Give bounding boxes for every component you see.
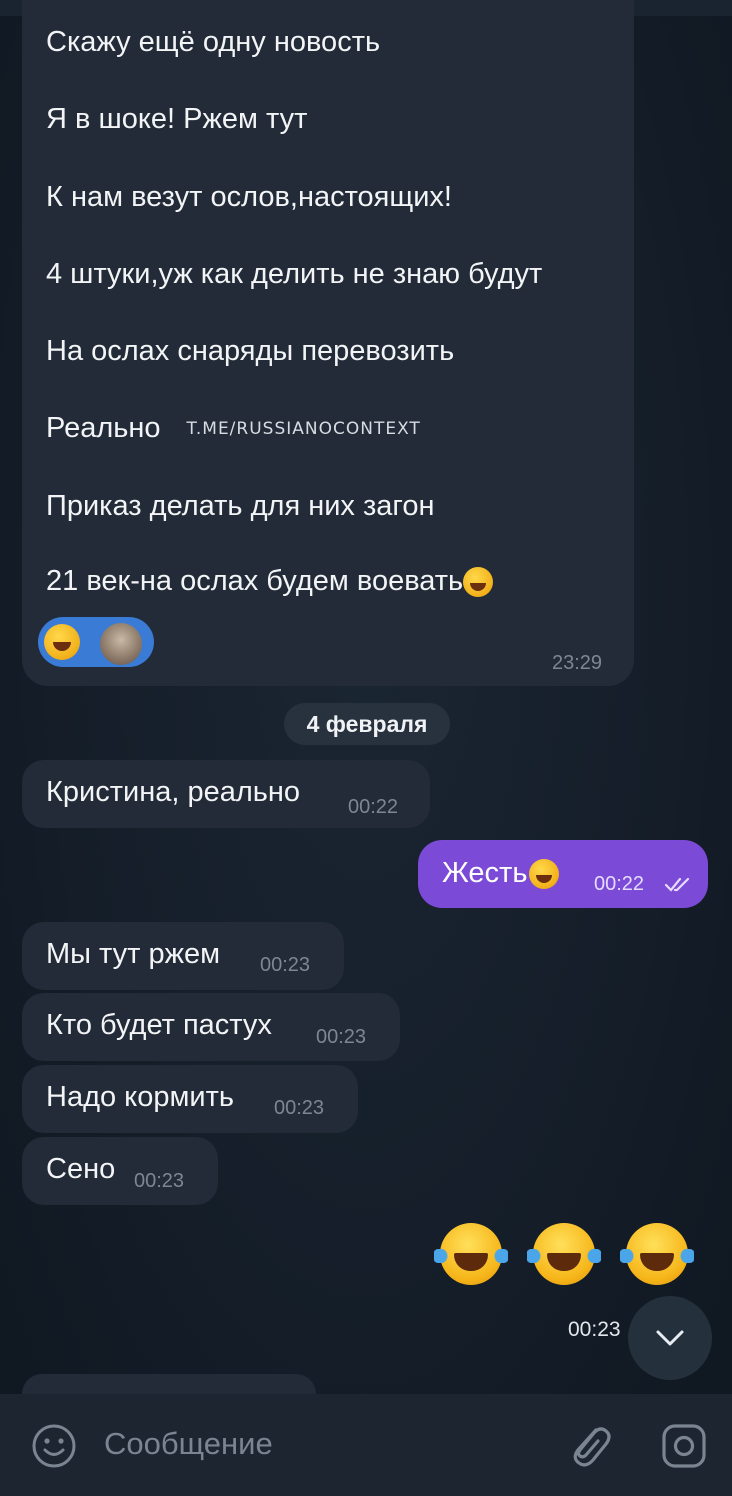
- rolling-laughing-emoji-icon: [44, 624, 80, 660]
- message-bubble-incoming[interactable]: Мы тут ржем 00:23: [22, 922, 344, 990]
- message-line: Реально T.ME/RUSSIANOCONTEXT: [46, 412, 421, 445]
- camera-icon[interactable]: [660, 1422, 708, 1470]
- scroll-down-button[interactable]: [628, 1296, 712, 1380]
- message-text: Кристина, реально: [46, 776, 301, 808]
- message-time: 00:22: [348, 796, 399, 818]
- message-text-label: Жесть: [442, 857, 528, 889]
- message-line: К нам везут ослов,настоящих!: [46, 181, 452, 213]
- message-time: 00:23: [316, 1026, 367, 1048]
- date-separator: 4 февраля: [284, 703, 450, 745]
- message-line: Я в шоке! Ржем тут: [46, 103, 308, 135]
- message-text: Жесть: [442, 857, 560, 890]
- message-time: 23:29: [552, 652, 603, 674]
- chevron-down-icon: [656, 1330, 684, 1346]
- message-bubble-incoming[interactable]: Скажу ещё одну новость Я в шоке! Ржем ту…: [22, 0, 634, 686]
- message-bubble-outgoing[interactable]: Жесть 00:22: [418, 840, 708, 908]
- message-line: На ослах снаряды перевозить: [46, 335, 455, 367]
- message-time: 00:23: [274, 1097, 325, 1119]
- message-line: Приказ делать для них загон: [46, 490, 435, 522]
- message-line: 21 век-на ослах будем воевать: [46, 565, 494, 598]
- message-bubble-incoming[interactable]: Сено 00:23: [22, 1137, 218, 1205]
- message-text: Сено: [46, 1153, 116, 1185]
- message-time: 00:23: [568, 1318, 621, 1341]
- message-time: 00:23: [260, 954, 311, 976]
- paperclip-icon[interactable]: [566, 1420, 612, 1470]
- message-text: Кто будет пастух: [46, 1009, 272, 1041]
- read-double-check-icon: [664, 877, 690, 892]
- message-input[interactable]: Сообщение: [104, 1426, 273, 1462]
- message-text: Мы тут ржем: [46, 938, 221, 970]
- tears-of-joy-emoji-icon: [529, 859, 560, 890]
- message-bubble-incoming[interactable]: Кто будет пастух 00:23: [22, 993, 400, 1061]
- message-text: Надо кормить: [46, 1081, 234, 1113]
- message-line: Скажу ещё одну новость: [46, 26, 381, 58]
- message-bubble-incoming[interactable]: Кристина, реально 00:22: [22, 760, 430, 828]
- message-line-text: 21 век-на ослах будем воевать: [46, 565, 464, 597]
- tears-of-joy-emoji-icon: [620, 1223, 694, 1285]
- message-line: 4 штуки,уж как делить не знаю будут: [46, 258, 543, 290]
- chat-screen: Скажу ещё одну новость Я в шоке! Ржем ту…: [0, 0, 732, 1496]
- rolling-laughing-emoji-icon: [463, 567, 494, 598]
- message-time: 00:23: [134, 1170, 185, 1192]
- watermark-text: T.ME/RUSSIANOCONTEXT: [186, 419, 421, 440]
- tears-of-joy-emoji-icon: [434, 1223, 508, 1285]
- message-line-text: Реально: [46, 412, 161, 444]
- message-time: 00:22: [594, 873, 645, 895]
- message-bubble-incoming[interactable]: Надо кормить 00:23: [22, 1065, 358, 1133]
- reaction-chip[interactable]: [38, 617, 154, 667]
- smile-icon[interactable]: [30, 1422, 78, 1470]
- avatar: [98, 621, 144, 667]
- tears-of-joy-emoji-icon: [527, 1223, 601, 1285]
